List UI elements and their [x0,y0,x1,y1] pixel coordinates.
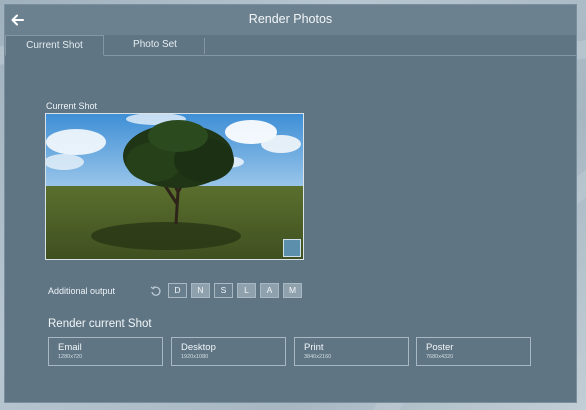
render-photos-panel: Render Photos Current Shot Photo Set Cur… [5,5,576,402]
title-bar: Render Photos [5,5,576,35]
render-poster-button[interactable]: Poster 7680x4320 [416,337,531,366]
toggle-lighting[interactable]: L [237,283,256,298]
toggle-normal[interactable]: N [191,283,210,298]
render-desktop-button[interactable]: Desktop 1920x1080 [171,337,286,366]
toggle-alpha[interactable]: A [260,283,279,298]
logo-watermark-icon [283,239,301,257]
tab-bar: Current Shot Photo Set [5,35,576,56]
page-title: Render Photos [248,12,333,26]
render-option-name: Desktop [181,342,216,353]
render-email-button[interactable]: Email 1280x720 [48,337,163,366]
render-option-resolution: 1920x1080 [181,354,209,360]
render-option-name: Print [304,342,324,353]
additional-output-label: Additional output [48,286,116,296]
render-section-heading: Render current Shot [48,318,152,330]
render-option-resolution: 3840x2160 [304,354,332,360]
render-option-resolution: 1280x720 [58,354,83,360]
render-option-name: Poster [426,342,454,353]
toggle-material[interactable]: M [283,283,302,298]
tab-photo-set[interactable]: Photo Set [105,35,205,55]
shot-preview-image [45,113,304,260]
reset-icon[interactable] [150,284,162,296]
preview-label: Current Shot [46,101,98,111]
tab-divider [204,38,205,54]
toggle-specular[interactable]: S [214,283,233,298]
tree-scene [46,114,303,259]
render-option-name: Email [58,342,82,353]
toggle-depth[interactable]: D [168,283,187,298]
render-print-button[interactable]: Print 3840x2160 [294,337,409,366]
render-option-resolution: 7680x4320 [426,354,454,360]
tab-current-shot[interactable]: Current Shot [5,35,104,56]
